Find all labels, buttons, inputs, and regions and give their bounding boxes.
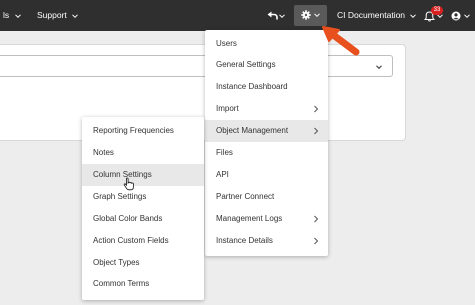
menu-item-label: Object Management [216,126,289,135]
chevron-down-icon [71,12,79,20]
submenu-item-graph-settings[interactable]: Graph Settings [82,186,204,208]
user-icon [451,11,461,21]
notification-count-badge: 33 [431,6,443,15]
undo-menu[interactable] [266,0,288,31]
submenu-item-label: Graph Settings [93,192,147,201]
menu-item-general-settings[interactable]: General Settings [205,54,328,76]
chevron-down-icon [376,65,382,70]
submenu-item-reporting-frequencies[interactable]: Reporting Frequencies [82,120,204,142]
annotation-arrow-icon [322,26,360,56]
user-menu[interactable] [450,0,475,31]
submenu-item-label: Common Terms [93,279,150,288]
submenu-item-label: Object Types [93,258,140,267]
menu-item-label: Instance Dashboard [216,82,288,91]
menu-item-api[interactable]: API [205,164,328,186]
undo-icon [267,11,278,20]
chevron-down-icon [14,12,22,20]
gear-icon [301,10,311,20]
menu-item-label: Partner Connect [216,192,275,201]
submenu-item-label: Reporting Frequencies [93,126,174,135]
menu-item-object-management[interactable]: Object Management [205,120,328,142]
chevron-down-icon [463,12,471,20]
chevron-down-icon [278,12,286,20]
top-navigation-bar: ls Support CI Documentation 33 [0,0,475,31]
submenu-item-global-color-bands[interactable]: Global Color Bands [82,208,204,230]
submenu-item-label: Notes [93,148,114,157]
submenu-item-notes[interactable]: Notes [82,142,204,164]
chevron-down-icon [409,12,417,20]
chevron-right-icon [313,105,319,113]
chevron-right-icon [313,127,319,135]
menu-item-label: General Settings [216,60,276,69]
support-menu-label: Support [37,10,67,20]
notifications-menu[interactable] [423,0,445,31]
menu-item-label: API [216,170,229,179]
submenu-item-column-settings[interactable]: Column Settings [82,164,204,186]
submenu-item-common-terms[interactable]: Common Terms [82,273,204,295]
menu-item-label: Management Logs [216,214,283,223]
menu-item-partner-connect[interactable]: Partner Connect [205,186,328,208]
menu-item-users[interactable]: Users [205,33,328,55]
menu-item-instance-details[interactable]: Instance Details [205,230,328,252]
menu-item-instance-dashboard[interactable]: Instance Dashboard [205,76,328,98]
menu-item-import[interactable]: Import [205,98,328,120]
chevron-down-icon [313,11,321,19]
menu-item-label: Files [216,148,233,157]
submenu-item-label: Action Custom Fields [93,236,169,245]
nav-item-truncated-label: ls [3,10,10,20]
settings-dropdown-menu: Users General Settings Instance Dashboard I… [205,30,328,256]
hand-cursor-icon [123,177,134,191]
menu-item-label: Import [216,104,239,113]
menu-item-management-logs[interactable]: Management Logs [205,208,328,230]
submenu-item-object-types[interactable]: Object Types [82,252,204,274]
submenu-item-action-custom-fields[interactable]: Action Custom Fields [82,230,204,252]
support-menu[interactable]: Support [37,0,79,31]
chevron-right-icon [313,237,319,245]
object-management-submenu: Reporting Frequencies Notes Column Setting… [82,117,204,300]
chevron-right-icon [313,215,319,223]
dropdown-select[interactable] [0,55,393,77]
nav-item-truncated[interactable]: ls [3,0,22,31]
submenu-item-label: Global Color Bands [93,214,163,223]
menu-item-files[interactable]: Files [205,142,328,164]
menu-item-label: Instance Details [216,236,273,245]
menu-item-label: Users [216,39,237,48]
account-menu-label: CI Documentation [337,10,406,20]
settings-gear-button[interactable] [294,5,327,26]
